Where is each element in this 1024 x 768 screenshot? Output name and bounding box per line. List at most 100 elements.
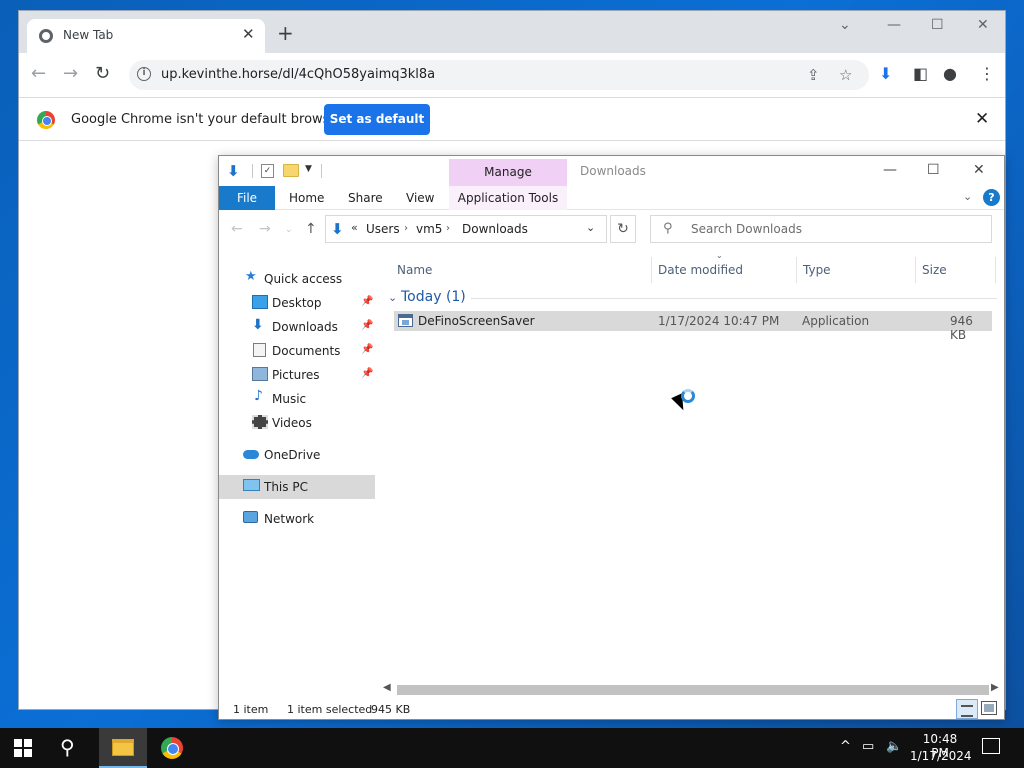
nav-label: OneDrive [264, 448, 321, 462]
column-separator[interactable] [995, 257, 996, 283]
nav-desktop[interactable]: Desktop 📌 [219, 291, 375, 315]
breadcrumb-separator-icon[interactable]: › [404, 223, 408, 234]
recent-locations-icon[interactable]: ⌄ [285, 225, 293, 235]
pin-icon[interactable]: 📌 [361, 296, 373, 307]
documents-icon [253, 343, 266, 357]
nav-this-pc[interactable]: This PC [219, 475, 375, 499]
group-collapse-chevron-icon[interactable]: ⌄ [388, 291, 397, 304]
explorer-close-button[interactable]: ✕ [973, 162, 985, 178]
help-icon[interactable]: ? [983, 189, 1000, 206]
maximize-button[interactable]: ☐ [931, 17, 944, 33]
nav-pictures[interactable]: Pictures 📌 [219, 363, 375, 387]
pin-icon[interactable]: 📌 [361, 320, 373, 331]
address-bar[interactable]: i up.kevinthe.horse/dl/4cQhO58yaimq3kl8a… [129, 60, 869, 90]
minimize-button[interactable]: — [887, 17, 901, 33]
explorer-maximize-button[interactable]: ☐ [927, 162, 940, 178]
manage-tab[interactable]: Manage [449, 159, 567, 186]
refresh-button[interactable]: ↻ [610, 215, 636, 243]
breadcrumb-vm5[interactable]: vm5 [416, 222, 442, 236]
column-header-size[interactable]: Size [922, 263, 947, 277]
column-separator[interactable] [796, 257, 797, 283]
status-bar: 1 item 1 item selected 945 KB [219, 699, 1004, 719]
status-selected-size: 945 KB [371, 703, 411, 716]
up-folder-button[interactable]: ↑ [305, 221, 317, 237]
nav-label: Quick access [264, 272, 343, 286]
column-header-name[interactable]: Name [397, 263, 432, 277]
qat-separator [252, 164, 253, 178]
explorer-minimize-button[interactable]: — [883, 162, 897, 178]
explorer-address-bar[interactable]: ⬇ « Users › vm5 › Downloads ⌄ [325, 215, 607, 243]
bookmark-star-icon[interactable]: ☆ [839, 66, 852, 84]
close-tab-icon[interactable]: ✕ [242, 25, 255, 43]
ribbon-tab-file[interactable]: File [219, 186, 275, 210]
scroll-left-icon[interactable]: ◀ [383, 682, 391, 693]
nav-quick-access[interactable]: ★ Quick access [219, 267, 375, 291]
pin-icon[interactable]: 📌 [361, 368, 373, 379]
explorer-forward-button[interactable]: → [259, 221, 271, 237]
group-header-today[interactable]: Today (1) [401, 289, 466, 305]
nav-downloads[interactable]: ⬇ Downloads 📌 [219, 315, 375, 339]
column-header-date-modified[interactable]: Date modified [658, 263, 743, 277]
taskbar-file-explorer[interactable] [99, 728, 147, 768]
reload-button[interactable]: ↻ [95, 63, 110, 84]
qat-customize-icon[interactable]: ▼ [305, 164, 312, 174]
column-header-type[interactable]: Type [803, 263, 831, 277]
tab-new-tab[interactable]: New Tab ✕ [27, 19, 265, 53]
status-item-count: 1 item [233, 703, 269, 716]
forward-button[interactable]: → [63, 63, 78, 84]
infobar-close-icon[interactable]: ✕ [975, 109, 989, 129]
ribbon-tab-home[interactable]: Home [289, 191, 324, 205]
start-button-windows-icon[interactable] [14, 739, 32, 757]
back-button[interactable]: ← [31, 63, 46, 84]
horizontal-scrollbar[interactable]: ◀ ▶ [381, 681, 1003, 697]
menu-kebab-icon[interactable]: ⋮ [979, 64, 995, 83]
clock-date[interactable]: 1/17/2024 [910, 749, 972, 763]
show-hidden-icons-chevron-icon[interactable]: ^ [840, 739, 851, 754]
profile-avatar-icon[interactable]: ● [943, 64, 957, 83]
expand-ribbon-chevron-icon[interactable]: ⌄ [963, 190, 972, 203]
close-window-button[interactable]: ✕ [977, 17, 989, 33]
address-dropdown-icon[interactable]: ⌄ [586, 221, 595, 234]
nav-music[interactable]: ♪ Music [219, 387, 375, 411]
new-folder-icon[interactable] [283, 164, 299, 177]
ribbon-tab-share[interactable]: Share [348, 191, 383, 205]
ribbon-tab-view[interactable]: View [406, 191, 434, 205]
volume-muted-icon[interactable]: 🔈 [886, 739, 902, 754]
chrome-icon [161, 737, 183, 759]
new-tab-button[interactable]: + [277, 23, 294, 43]
search-downloads-input[interactable]: ⚲ Search Downloads [650, 215, 992, 243]
share-icon[interactable]: ⇪ [807, 66, 820, 84]
scrollbar-thumb[interactable] [397, 685, 989, 695]
large-icons-view-button[interactable] [981, 701, 997, 715]
network-icon [243, 511, 258, 523]
nav-videos[interactable]: Videos [219, 411, 375, 435]
explorer-back-button[interactable]: ← [231, 221, 243, 237]
breadcrumb-downloads[interactable]: Downloads [462, 222, 528, 236]
breadcrumb-separator-icon[interactable]: › [446, 223, 450, 234]
url-text[interactable]: up.kevinthe.horse/dl/4cQhO58yaimq3kl8a [161, 67, 435, 82]
taskbar-search-icon[interactable]: ⚲ [60, 735, 75, 759]
tab-search-chevron-icon[interactable]: ⌄ [839, 17, 851, 33]
side-panel-icon[interactable]: ◧ [913, 64, 928, 83]
breadcrumb-users[interactable]: Users [366, 222, 400, 236]
nav-network[interactable]: Network [219, 507, 375, 531]
column-separator[interactable] [651, 257, 652, 283]
downloads-folder-icon: ⬇ [331, 220, 344, 238]
column-separator[interactable] [915, 257, 916, 283]
breadcrumb-overflow-icon[interactable]: « [351, 221, 358, 234]
taskbar: ⚲ ^ ▭ 🔈 10:48 PM 1/17/2024 [0, 728, 1024, 768]
file-row[interactable]: DeFinoScreenSaver 1/17/2024 10:47 PM App… [394, 311, 992, 342]
network-status-icon[interactable]: ▭ [862, 739, 874, 754]
site-info-icon[interactable]: i [137, 67, 151, 81]
action-center-icon[interactable] [982, 738, 1000, 754]
pin-icon[interactable]: 📌 [361, 344, 373, 355]
details-view-button[interactable] [956, 699, 978, 719]
set-as-default-button[interactable]: Set as default [324, 104, 430, 135]
nav-onedrive[interactable]: OneDrive [219, 443, 375, 467]
nav-documents[interactable]: Documents 📌 [219, 339, 375, 363]
downloads-icon[interactable]: ⬇ [879, 64, 892, 83]
ribbon-tab-application-tools[interactable]: Application Tools [449, 186, 567, 210]
scroll-right-icon[interactable]: ▶ [991, 682, 999, 693]
properties-icon[interactable]: ✓ [261, 164, 274, 178]
taskbar-chrome[interactable] [148, 728, 196, 768]
